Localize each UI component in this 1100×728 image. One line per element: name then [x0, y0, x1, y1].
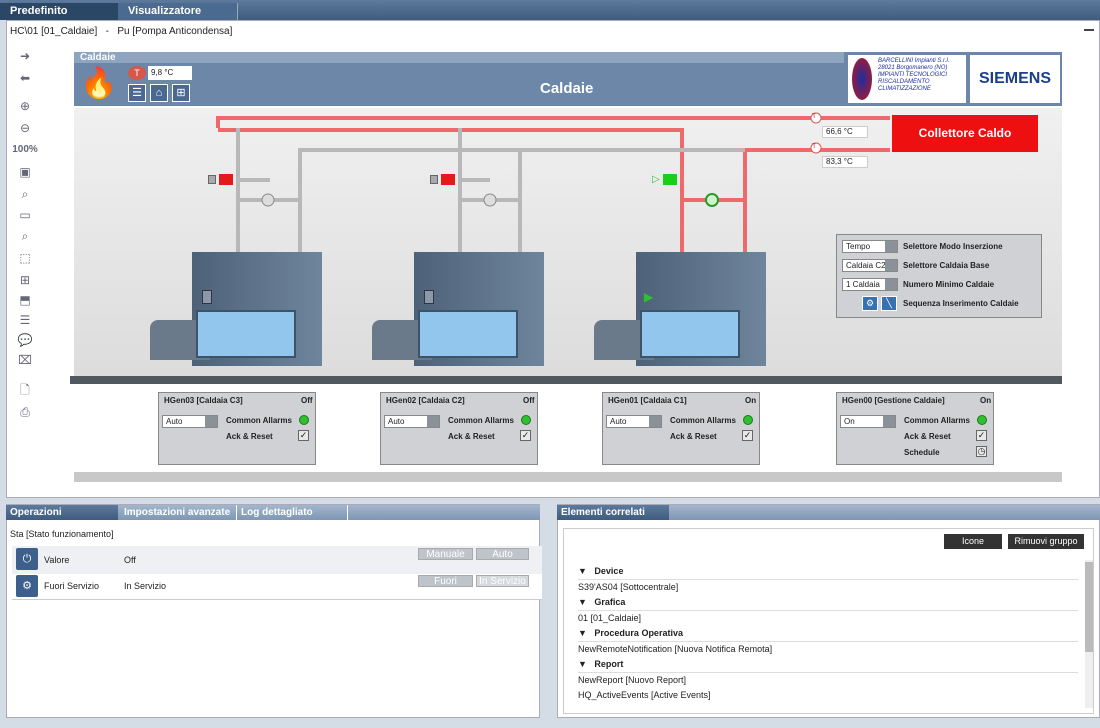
hgen03-panel: HGen03 [Caldaia C3] Off Auto Common Alla… — [158, 392, 316, 465]
list-item[interactable]: S39'AS04 [Sottocentrale] — [578, 580, 1078, 595]
list-item[interactable]: NewRemoteNotification [Nuova Notifica Re… — [578, 642, 1078, 657]
hgen01-panel: HGen01 [Caldaia C1] On Auto Common Allar… — [602, 392, 760, 465]
boiler-c2[interactable] — [372, 250, 547, 368]
gears-icon: ⚙ — [16, 575, 38, 597]
supply-temp: 66,6 °C — [822, 126, 868, 138]
sequence-label: Sequenza Inserimento Caldaie — [903, 299, 1019, 308]
row-value: Off — [124, 555, 136, 565]
group-report[interactable]: ▼ Report — [578, 657, 1078, 673]
manuale-button[interactable]: Manuale — [418, 548, 473, 560]
running-indicator-icon: ▶ — [644, 290, 654, 304]
group-grafica[interactable]: ▼ Grafica — [578, 595, 1078, 611]
valve-c1-icon[interactable] — [663, 174, 677, 185]
row-value: In Servizio — [124, 581, 167, 591]
mode-select[interactable]: On — [840, 415, 896, 428]
icone-button[interactable]: Icone — [944, 534, 1002, 549]
gear-icon[interactable]: ⚙ — [862, 296, 878, 311]
in-servizio-button[interactable]: In Servizio — [476, 575, 529, 587]
state-label: On — [745, 396, 757, 405]
boiler-c3[interactable] — [150, 250, 325, 368]
ack-reset-checkbox[interactable]: ✓ — [298, 430, 309, 441]
selector-mode-label: Selettore Modo Inserzione — [903, 242, 1003, 251]
collettore-caldo[interactable]: Collettore Caldo — [892, 115, 1038, 152]
state-label: On — [980, 396, 992, 405]
hgen00-panel: HGen00 [Gestione Caldaie] On On Common A… — [836, 392, 994, 465]
mode-select[interactable]: Auto — [606, 415, 662, 428]
ack-reset-checkbox[interactable]: ✓ — [520, 430, 531, 441]
related-title: Elementi correlati — [557, 505, 669, 520]
list-item[interactable]: 01 [01_Caldaie] — [578, 611, 1078, 626]
group-procedura[interactable]: ▼ Procedura Operativa — [578, 626, 1078, 642]
min-boilers-label: Numero Minimo Caldaie — [903, 280, 995, 289]
selector-base-label: Selettore Caldaia Base — [903, 261, 990, 270]
tab-log-dettagliato[interactable]: Log dettagliato — [236, 505, 348, 520]
mode-select[interactable]: Auto — [384, 415, 440, 428]
valve-c2-icon[interactable] — [441, 174, 455, 185]
row-label: Valore — [44, 555, 70, 565]
power-icon: ⏻ — [16, 548, 38, 570]
min-boilers-select[interactable]: 1 Caldaia — [842, 278, 898, 291]
ack-reset-checkbox[interactable]: ✓ — [742, 430, 753, 441]
fuori-servizio-button[interactable]: Fuori servi... — [418, 575, 473, 598]
group-device[interactable]: ▼ Device — [578, 564, 1078, 580]
hgen02-panel: HGen02 [Caldaia C2] Off Auto Common Alla… — [380, 392, 538, 465]
state-label: Off — [523, 396, 535, 405]
alarm-led — [521, 415, 531, 425]
related-list: ▼ Device S39'AS04 [Sottocentrale] ▼ Graf… — [578, 564, 1078, 703]
mode-select[interactable]: Auto — [162, 415, 218, 428]
row-label: Fuori Servizio — [44, 581, 100, 591]
curve-icon[interactable]: ╲ — [881, 296, 897, 311]
auto-button[interactable]: Auto — [476, 548, 529, 560]
ack-reset-checkbox[interactable]: ✓ — [976, 430, 987, 441]
temp-sensor-2-icon: T — [812, 143, 817, 150]
schedule-icon[interactable]: ◷ — [976, 446, 987, 457]
alarm-led — [743, 415, 753, 425]
alarm-led — [299, 415, 309, 425]
scrollbar[interactable] — [1085, 560, 1093, 708]
state-label: Off — [301, 396, 313, 405]
selector-base-select[interactable]: Caldaia C2 — [842, 259, 898, 272]
list-item[interactable]: HQ_ActiveEvents [Active Events] — [578, 688, 1078, 703]
tab-impostazioni-avanzate[interactable]: Impostazioni avanzate — [120, 505, 234, 520]
valve-c3-icon[interactable] — [219, 174, 233, 185]
selector-panel: Tempo Selettore Modo Inserzione Caldaia … — [836, 234, 1042, 318]
list-item[interactable]: NewReport [Nuovo Report] — [578, 673, 1078, 688]
temp-sensor-1-icon: T — [812, 113, 817, 120]
boiler-c1[interactable]: ▶ — [594, 250, 769, 368]
tab-operazioni[interactable]: Operazioni — [6, 505, 118, 520]
operations-title: Sta [Stato funzionamento] — [10, 529, 114, 539]
alarm-led — [977, 415, 987, 425]
return-temp: 83,3 °C — [822, 156, 868, 168]
selector-mode-select[interactable]: Tempo — [842, 240, 898, 253]
rimuovi-gruppo-button[interactable]: Rimuovi gruppo — [1008, 534, 1084, 549]
